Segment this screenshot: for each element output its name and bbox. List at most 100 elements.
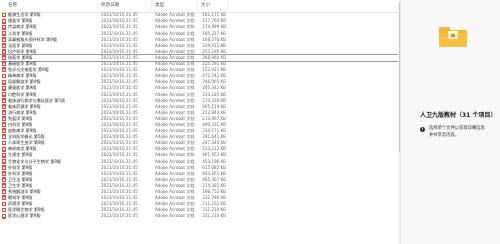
file-name: 生物化学与分子生物学 第9版: [8, 158, 62, 164]
file-date-modified: 2023/10/16 21:45: [101, 189, 138, 195]
pdf-file-icon: [2, 122, 7, 128]
file-type: Adobe Acrobat 文档: [155, 73, 195, 79]
file-name: 生理学 第9版: [8, 152, 33, 158]
column-divider[interactable]: [151, 1, 152, 10]
file-size: 246,065 KB: [202, 79, 226, 85]
file-name: 药理学 第9版: [8, 201, 33, 207]
file-name: 核医学 第9版: [8, 54, 33, 60]
pdf-file-icon: [2, 104, 7, 109]
pdf-file-icon: [2, 177, 7, 183]
pdf-file-icon: [2, 85, 7, 91]
file-date-modified: 2023/10/16 21:45: [101, 79, 138, 85]
file-name: 系统解剖学 第9版: [8, 189, 41, 195]
file-size: 229,915 KB: [202, 42, 226, 48]
file-type: Adobe Acrobat 文档: [155, 54, 195, 60]
file-type: Adobe Acrobat 文档: [155, 207, 195, 213]
file-name: 内科学 第9版: [8, 121, 33, 127]
file-name: 基础医学 第9版: [8, 61, 37, 67]
file-size: 232,390 KB: [202, 195, 226, 201]
pdf-file-icon: [2, 164, 7, 170]
file-name: 精神病学 第9版: [8, 73, 37, 79]
file-name: 耳鼻咽喉头颈外科学 第9版: [8, 36, 57, 42]
pdf-file-icon: [2, 79, 7, 85]
file-row[interactable]: 医学心理学 第9版 2023/10/16 21:45 Adobe Acrobat 文…: [0, 213, 398, 219]
file-name: 流行病学 第9版: [8, 109, 37, 115]
pdf-file-icon: [2, 49, 7, 55]
folder-with-pdf-icon: [439, 27, 467, 47]
file-name: 临床药理学 第9版: [8, 103, 41, 109]
file-date-modified: 2023/10/16 21:45: [101, 36, 138, 42]
file-name: 卫生法 第9版: [8, 176, 33, 182]
file-size: 285,342 KB: [202, 85, 226, 91]
file-name: 妇产科学 第9版: [8, 48, 37, 54]
file-name: 皮肤病学 第9版: [8, 128, 37, 134]
file-size: 213,997 KB: [202, 115, 226, 121]
file-type: Adobe Acrobat 文档: [155, 61, 195, 67]
file-date-modified: 2023/10/16 21:45: [101, 54, 138, 60]
file-date-modified: 2023/10/16 21:45: [101, 109, 138, 115]
pdf-file-icon: [2, 213, 7, 219]
pdf-file-icon: [2, 183, 7, 189]
pdf-file-icon: [2, 201, 7, 207]
file-type: Adobe Acrobat 文档: [155, 109, 195, 115]
file-name: 医学心理学 第9版: [8, 213, 41, 219]
column-name-header[interactable]: 名称: [8, 2, 17, 8]
file-date-modified: 2023/10/16 21:45: [101, 73, 138, 79]
file-type: Adobe Acrobat 文档: [155, 195, 195, 201]
column-size-header[interactable]: 大小: [201, 2, 210, 8]
file-type: Adobe Acrobat 文档: [155, 189, 195, 195]
file-size: 247,340 KB: [202, 140, 226, 146]
file-date-modified: 2023/10/16 21:45: [101, 97, 138, 103]
column-divider[interactable]: [97, 1, 98, 10]
pdf-file-icon: [2, 43, 7, 48]
file-size: 266,960 KB: [202, 54, 226, 60]
file-date-modified: 2023/10/16 21:45: [101, 103, 138, 109]
file-date-modified: 2023/10/16 21:45: [101, 128, 138, 134]
file-rows: 能源生活学 第9版 2023/10/16 21:45 Adobe Acrobat 文…: [0, 12, 398, 219]
file-type: Adobe Acrobat 文档: [155, 170, 195, 176]
file-type: Adobe Acrobat 文档: [155, 30, 195, 36]
file-date-modified: 2023/10/16 21:45: [101, 85, 138, 91]
file-name: 口腔科学 第9版: [8, 91, 37, 97]
file-type: Adobe Acrobat 文档: [155, 42, 195, 48]
column-date-header[interactable]: 修改日期: [101, 2, 119, 8]
column-divider[interactable]: [227, 1, 228, 10]
file-type: Adobe Acrobat 文档: [155, 103, 195, 109]
file-date-modified: 2023/10/16 21:45: [101, 170, 138, 176]
file-type: Adobe Acrobat 文档: [155, 152, 195, 158]
file-type: Adobe Acrobat 文档: [155, 48, 195, 54]
file-date-modified: 2023/10/16 21:45: [101, 91, 138, 97]
file-date-modified: 2023/10/16 21:45: [101, 213, 138, 219]
file-size: 513,212 KB: [202, 146, 226, 152]
file-type: Adobe Acrobat 文档: [155, 97, 195, 103]
file-date-modified: 2023/10/16 21:45: [101, 152, 138, 158]
file-type: Adobe Acrobat 文档: [155, 176, 195, 182]
pdf-file-icon: [2, 30, 7, 36]
file-type: Adobe Acrobat 文档: [155, 12, 195, 18]
file-name: 免疫学 第9版: [8, 115, 33, 121]
column-divider[interactable]: [197, 1, 198, 10]
column-type-header[interactable]: 类型: [155, 2, 164, 8]
pdf-file-icon: [2, 189, 7, 195]
file-type: Adobe Acrobat 文档: [155, 158, 195, 164]
file-date-modified: 2023/10/16 21:45: [101, 12, 138, 18]
file-name: 急诊与灾难医学 第9版: [8, 67, 49, 73]
pdf-file-icon: [2, 128, 7, 134]
file-date-modified: 2023/10/16 21:45: [101, 195, 138, 201]
file-size: 453,196 KB: [202, 158, 226, 164]
file-type: Adobe Acrobat 文档: [155, 79, 195, 85]
file-name: 外科学 第9版: [8, 164, 33, 170]
file-list-pane: 名称 修改日期 类型 大小 能源生活学 第9版 2023/10/16 21:45 A…: [0, 0, 398, 244]
file-name: 儿科学 第9版: [8, 30, 33, 36]
file-type: Adobe Acrobat 文档: [155, 128, 195, 134]
pdf-file-icon: [2, 152, 7, 158]
details-info-text: 选择单个文件以获取详细信息并共享云内容。: [429, 126, 485, 138]
file-size: 214,381 KB: [202, 182, 226, 188]
file-type: Adobe Acrobat 文档: [155, 140, 195, 146]
file-size: 225,291 KB: [202, 61, 226, 67]
folder-title: 人卫九版教材（31 个项目）: [420, 112, 497, 119]
pdf-file-icon: [2, 207, 7, 213]
pdf-file-icon: [2, 110, 7, 115]
file-type: Adobe Acrobat 文档: [155, 213, 195, 219]
file-date-modified: 2023/10/16 21:45: [101, 207, 138, 213]
